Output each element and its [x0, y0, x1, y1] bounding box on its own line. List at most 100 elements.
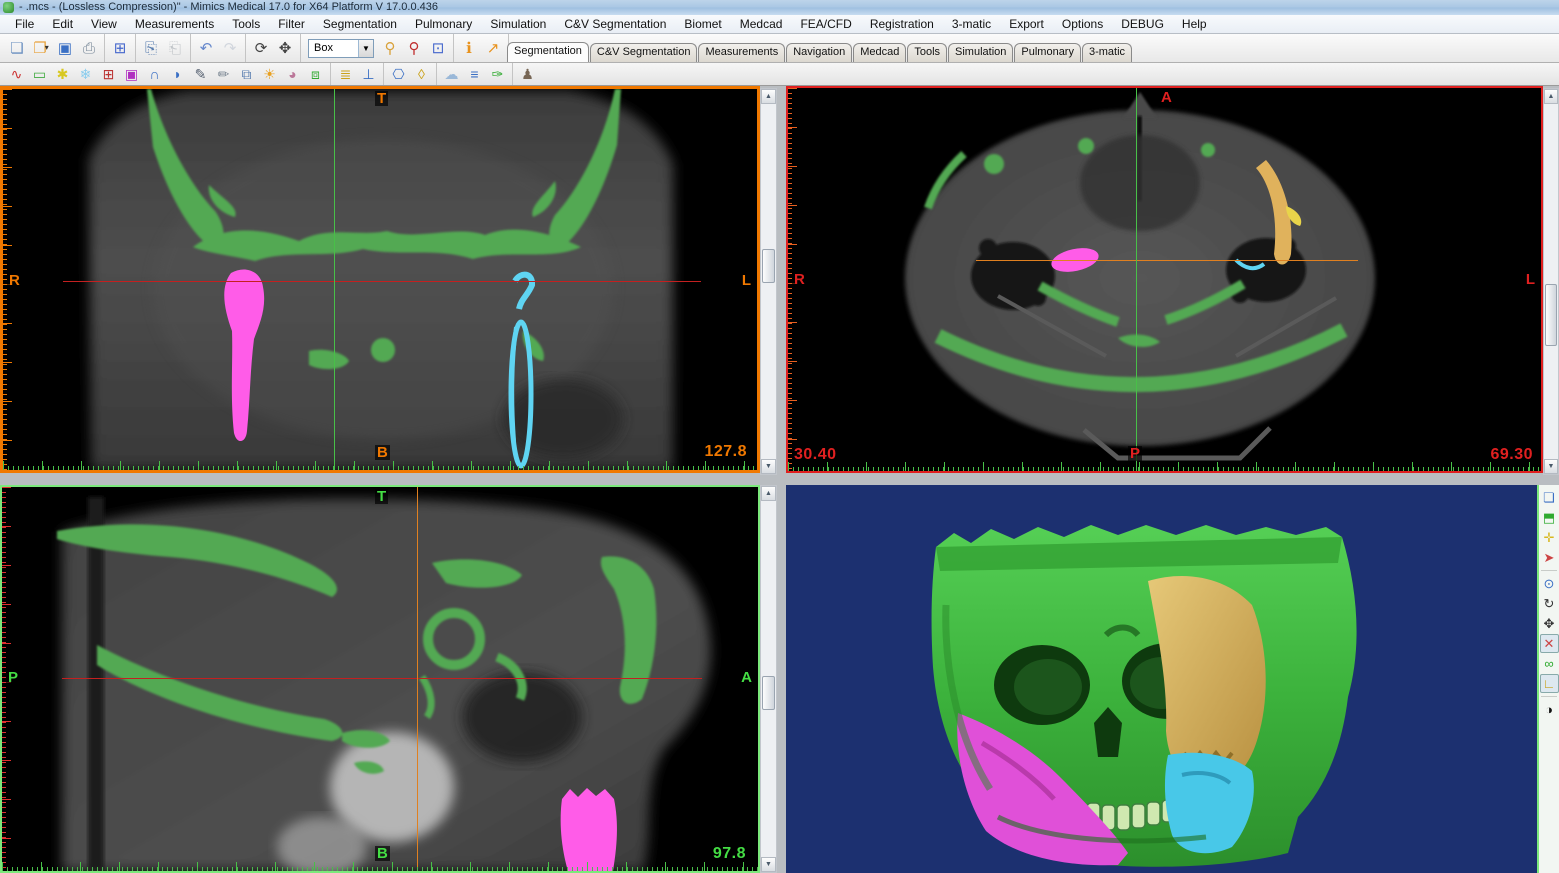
- sagittal-scrollbar[interactable]: ▲ ▼: [760, 485, 777, 873]
- label-button[interactable]: ◊: [410, 64, 433, 84]
- ribbon-tab[interactable]: Measurements: [698, 43, 785, 62]
- ribbon-tab[interactable]: Segmentation: [507, 42, 589, 62]
- dynamic-region-growing-button[interactable]: ❄: [74, 64, 97, 84]
- four-views-icon[interactable]: ✛: [1540, 528, 1559, 547]
- menu-item[interactable]: C&V Segmentation: [555, 15, 675, 33]
- paste-button[interactable]: ⎗: [163, 37, 187, 60]
- scroll-down-icon[interactable]: ▼: [761, 459, 776, 474]
- morphology-operations-button[interactable]: ∩: [143, 64, 166, 84]
- chevron-down-icon[interactable]: ▾: [45, 44, 49, 52]
- coronal-view-canvas[interactable]: [3, 89, 757, 470]
- erase-button[interactable]: ✏: [212, 64, 235, 84]
- contrast-icon[interactable]: ◑: [1540, 700, 1559, 719]
- menu-item[interactable]: Medcad: [731, 15, 792, 33]
- rotate-3d-icon[interactable]: ↻: [1540, 594, 1559, 613]
- sagittal-vertical-crosshair[interactable]: [417, 487, 418, 871]
- project-management-button[interactable]: ⊞: [108, 37, 132, 60]
- stereo-glasses-icon[interactable]: ∞: [1540, 654, 1559, 673]
- show-axes-icon[interactable]: ✕: [1540, 634, 1559, 653]
- orientation-indicator-icon[interactable]: ∟: [1540, 674, 1559, 693]
- layered-views-icon[interactable]: ❏: [1540, 488, 1559, 507]
- menu-item[interactable]: Options: [1053, 15, 1112, 33]
- draw-profile-button[interactable]: ✎: [189, 64, 212, 84]
- project-info-button[interactable]: ℹ: [457, 37, 481, 60]
- menu-item[interactable]: Export: [1000, 15, 1053, 33]
- measure-3d-button[interactable]: ✑: [486, 64, 509, 84]
- chevron-down-icon[interactable]: ▼: [358, 40, 373, 57]
- coronal-vertical-crosshair[interactable]: [334, 89, 335, 470]
- undo-button[interactable]: ↶: [194, 37, 218, 60]
- interpolate-button[interactable]: ◕: [281, 64, 304, 84]
- axial-scrollbar[interactable]: ▲ ▼: [1543, 88, 1559, 475]
- zoom-mode-dropdown[interactable]: Box ▼: [308, 39, 374, 58]
- menu-item[interactable]: View: [82, 15, 126, 33]
- zoom-selection-button[interactable]: ⊡: [426, 37, 450, 60]
- multiple-slice-edit-button[interactable]: ⧉: [235, 64, 258, 84]
- axial-scrollbar-thumb[interactable]: [1545, 284, 1557, 346]
- calculate-3d-from-mask-button[interactable]: ≡: [463, 64, 486, 84]
- horizontal-splitter[interactable]: [0, 475, 1543, 485]
- edit-masks-button[interactable]: ▣: [120, 64, 143, 84]
- axial-vertical-crosshair[interactable]: [1136, 88, 1137, 471]
- pan-3d-icon[interactable]: ✥: [1540, 614, 1559, 633]
- pan-button[interactable]: ✥: [273, 37, 297, 60]
- menu-item[interactable]: Filter: [269, 15, 314, 33]
- menu-item[interactable]: 3-matic: [943, 15, 1000, 33]
- sagittal-viewport[interactable]: T B P A 97.8: [0, 485, 760, 873]
- menu-item[interactable]: Pulmonary: [406, 15, 481, 33]
- calculate-3d-button[interactable]: ⊞: [97, 64, 120, 84]
- ribbon-tab[interactable]: C&V Segmentation: [590, 43, 698, 62]
- sagittal-scrollbar-thumb[interactable]: [762, 676, 775, 710]
- menu-item[interactable]: DEBUG: [1112, 15, 1173, 33]
- crop-mask-button[interactable]: ⧈: [304, 64, 327, 84]
- coronal-scrollbar-thumb[interactable]: [762, 249, 775, 283]
- new-project-button[interactable]: ❏: [5, 37, 29, 60]
- ribbon-tab[interactable]: Pulmonary: [1014, 43, 1081, 62]
- menu-item[interactable]: Help: [1173, 15, 1216, 33]
- menu-item[interactable]: File: [6, 15, 43, 33]
- print-button[interactable]: ⎙: [77, 37, 101, 60]
- menu-item[interactable]: Edit: [43, 15, 82, 33]
- ribbon-tab[interactable]: Medcad: [853, 43, 906, 62]
- axial-viewport[interactable]: A P R L 30.40 69.30: [786, 86, 1543, 473]
- ribbon-tab[interactable]: Simulation: [948, 43, 1013, 62]
- region-growing-button[interactable]: ✱: [51, 64, 74, 84]
- profile-line-button[interactable]: ▭: [28, 64, 51, 84]
- duplicate-mask-button[interactable]: ≣: [334, 64, 357, 84]
- create-3d-object-button[interactable]: ⎔: [387, 64, 410, 84]
- scroll-down-icon[interactable]: ▼: [761, 857, 776, 872]
- add-point-button[interactable]: ⊥: [357, 64, 380, 84]
- redo-button[interactable]: ↷: [218, 37, 242, 60]
- ribbon-tab[interactable]: 3-matic: [1082, 43, 1132, 62]
- axial-horizontal-crosshair[interactable]: [976, 260, 1358, 261]
- unzoom-button[interactable]: ⚲: [402, 37, 426, 60]
- zoom-in-button[interactable]: ⚲: [378, 37, 402, 60]
- open-project-button[interactable]: ❐▾: [29, 37, 53, 60]
- three-d-viewport[interactable]: [786, 485, 1537, 873]
- menu-item[interactable]: Tools: [223, 15, 269, 33]
- menu-item[interactable]: Registration: [861, 15, 943, 33]
- coronal-scrollbar[interactable]: ▲ ▼: [760, 88, 777, 475]
- boolean-operations-button[interactable]: ◗: [166, 64, 189, 84]
- cavity-fill-button[interactable]: ☁: [440, 64, 463, 84]
- coronal-horizontal-crosshair[interactable]: [63, 281, 701, 282]
- context-help-button[interactable]: ↗: [481, 37, 505, 60]
- menu-item[interactable]: Biomet: [675, 15, 730, 33]
- three-d-view-canvas[interactable]: [786, 485, 1537, 873]
- coronal-viewport[interactable]: T B R L 127.8: [0, 86, 760, 473]
- rotate-view-icon[interactable]: ➤: [1540, 548, 1559, 567]
- sagittal-horizontal-crosshair[interactable]: [62, 678, 702, 679]
- ribbon-tab[interactable]: Tools: [907, 43, 947, 62]
- save-button[interactable]: ▣: [53, 37, 77, 60]
- scroll-down-icon[interactable]: ▼: [1544, 459, 1558, 474]
- smart-expand-button[interactable]: ☀: [258, 64, 281, 84]
- update-view-button[interactable]: ⟳: [249, 37, 273, 60]
- copy-button[interactable]: ⎘: [139, 37, 163, 60]
- menu-item[interactable]: Segmentation: [314, 15, 406, 33]
- scroll-up-icon[interactable]: ▲: [761, 486, 776, 501]
- sagittal-view-canvas[interactable]: [2, 487, 758, 871]
- ribbon-tab[interactable]: Navigation: [786, 43, 852, 62]
- axial-view-canvas[interactable]: [788, 88, 1541, 471]
- solid-3d-view-icon[interactable]: ⬒: [1540, 508, 1559, 527]
- menu-item[interactable]: FEA/CFD: [791, 15, 860, 33]
